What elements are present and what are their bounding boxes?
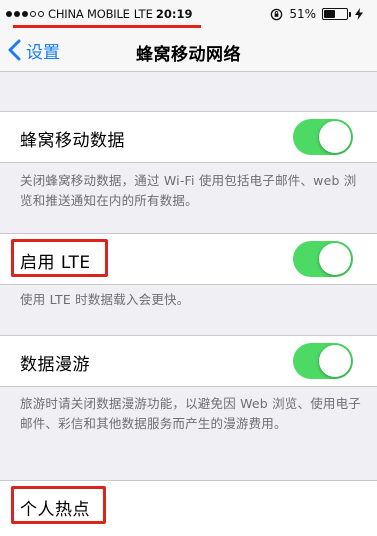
enable-lte-toggle[interactable] — [293, 241, 353, 277]
personal-hotspot-highlight-box — [11, 486, 106, 524]
data-roaming-row[interactable]: 数据漫游 — [0, 335, 377, 387]
battery-icon — [322, 8, 351, 20]
cellular-data-footer: 关闭蜂窝移动数据，通过 Wi-Fi 使用包括电子邮件、web 浏览和推送通知在内… — [20, 173, 357, 208]
enable-lte-footer: 使用 LTE 时数据载入会更快。 — [20, 292, 190, 307]
toggle-knob — [319, 345, 351, 377]
network-type: LTE — [133, 7, 153, 21]
data-roaming-label: 数据漫游 — [20, 355, 90, 375]
signal-strength-icon — [6, 11, 44, 17]
rotation-lock-icon — [271, 8, 283, 20]
clock: 20:19 — [155, 7, 193, 21]
status-left: CHINA MOBILE LTE 20:19 — [6, 7, 192, 21]
carrier-name: CHINA MOBILE — [48, 7, 130, 21]
page-title: 蜂窝移动网络 — [136, 45, 241, 65]
toggle-knob — [319, 243, 351, 275]
status-bar: CHINA MOBILE LTE 20:19 51% — [0, 0, 377, 28]
charging-icon — [355, 8, 363, 20]
cellular-data-row[interactable]: 蜂窝移动数据 — [0, 111, 377, 163]
navigation-bar: 设置 蜂窝移动网络 — [0, 28, 377, 72]
enable-lte-highlight-box — [11, 239, 108, 277]
status-right: 51% — [270, 6, 363, 22]
data-roaming-footer: 旅游时请关闭数据漫游功能，以避免因 Web 浏览、使用电子邮件、彩信和其他数据服… — [20, 396, 361, 431]
toggle-knob — [319, 121, 351, 153]
cellular-data-toggle[interactable] — [293, 119, 353, 155]
battery-percent: 51% — [289, 7, 316, 21]
data-roaming-toggle[interactable] — [293, 343, 353, 379]
cellular-data-label: 蜂窝移动数据 — [20, 131, 125, 151]
